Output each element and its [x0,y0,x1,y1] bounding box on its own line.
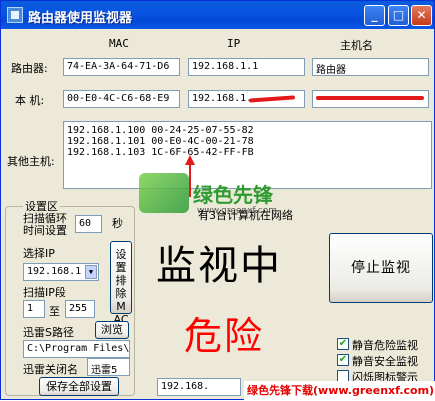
watermark-banner: 绿色先锋下载(www.greenxf.com) [244,381,435,401]
close-button[interactable]: ✕ [411,5,432,26]
chevron-down-icon[interactable]: ▼ [85,265,97,279]
select-ip-dropdown[interactable]: 192.168.1 ▼ [23,263,99,281]
watermark-logo [139,173,189,213]
seconds-unit: 秒 [112,217,123,230]
local-mac-field[interactable]: 00-E0-4C-C6-68-E9 [63,90,180,108]
list-item[interactable]: 192.168.1.101 00-E0-4C-00-21-78 [67,136,428,147]
list-item[interactable]: 192.168.1.103 1C-6F-65-42-FF-FB [67,147,428,158]
danger-status-text: 危险 [184,314,265,358]
watermark-brand: 绿色先锋 [193,183,273,207]
local-label: 本 机: [15,94,45,107]
router-mac-field[interactable]: 74-EA-3A-64-71-D6 [63,58,180,76]
mac-header: MAC [109,37,129,50]
set-exclude-mac-button[interactable]: 设置排除MAC [110,241,132,326]
mute-danger-checkbox[interactable]: ✔ [337,338,349,350]
host-header: 主机名 [340,39,373,52]
local-ip-value: 192.168.1. [192,93,253,104]
xunlei-path-label: 迅雷S路径 [23,326,74,339]
xunlei-close-label: 迅雷关闭名 [23,363,78,376]
main-window: 路由器使用监视器 _ □ ✕ MAC IP 主机名 路由器: 74-EA-3A-… [0,0,435,401]
list-item[interactable]: 192.168.1.100 00-24-25-07-55-82 [67,125,428,136]
ip-from-input[interactable]: 1 [23,300,45,318]
bottom-ip-field[interactable]: 192.168. [157,378,241,396]
other-hosts-label: 其他主机: [7,155,55,168]
monitoring-status-text: 监视中 [156,243,282,289]
host-count-status: 有3台计算机在网络 [198,209,293,222]
app-icon [7,7,23,23]
stop-monitor-button[interactable]: 停止监视 [329,233,433,303]
select-ip-label: 选择IP [23,247,55,260]
minimize-button[interactable]: _ [364,5,385,26]
window-title: 路由器使用监视器 [28,11,133,26]
browse-button[interactable]: 浏览 [95,321,129,339]
mute-safe-checkbox[interactable]: ✔ [337,354,349,366]
xunlei-close-input[interactable]: 迅雷5 [87,358,130,376]
maximize-button[interactable]: □ [388,5,409,26]
scan-cycle-label: 扫描循环时间设置 [23,212,67,237]
router-host-field[interactable]: 路由器 [312,58,429,76]
ip-header: IP [227,37,241,50]
scan-ip-range-label: 扫描IP段 [23,286,66,299]
title-bar[interactable]: 路由器使用监视器 _ □ ✕ [1,1,434,29]
select-ip-value: 192.168.1 [27,266,82,277]
mute-danger-label: 静音危险监视 [352,339,418,352]
router-ip-field[interactable]: 192.168.1.1 [188,58,305,76]
mute-safe-label: 静音安全监视 [352,355,418,368]
ip-to-input[interactable]: 255 [65,300,95,318]
router-label: 路由器: [11,62,48,75]
scan-cycle-input[interactable]: 60 [75,215,102,233]
ip-to-label: 至 [49,305,60,318]
redaction-mark [316,96,424,100]
xunlei-path-input[interactable]: C:\Program Files\T [23,340,130,358]
save-all-settings-button[interactable]: 保存全部设置 [39,377,119,396]
